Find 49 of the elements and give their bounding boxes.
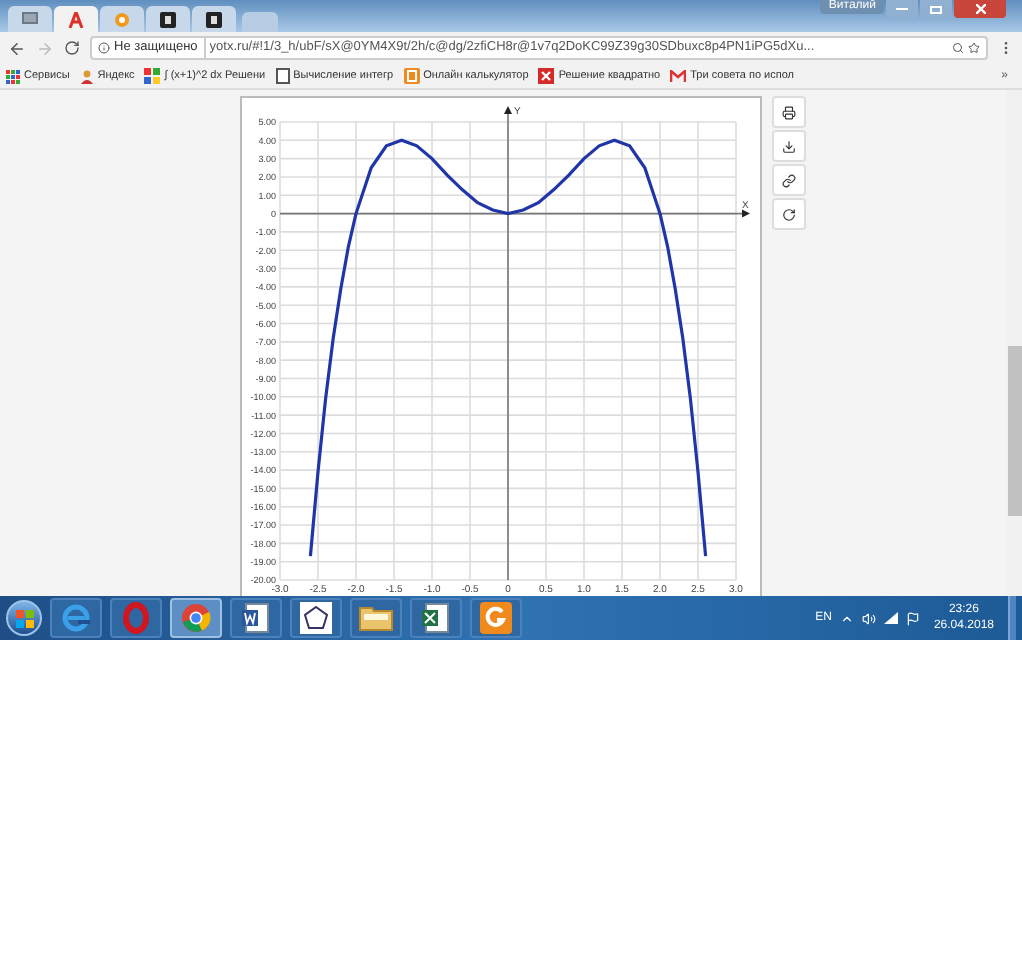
- zoom-icon[interactable]: [952, 42, 964, 54]
- app-logo-icon: [480, 602, 512, 634]
- spreadsheet-icon: [420, 602, 452, 634]
- letter-icon: [68, 11, 84, 27]
- taskbar-app-button[interactable]: [470, 598, 522, 638]
- printer-icon: [782, 105, 796, 119]
- calculator-icon: [403, 68, 420, 84]
- document-icon: [240, 602, 272, 634]
- info-icon: [98, 42, 110, 54]
- pentagon-icon: [300, 602, 332, 634]
- taskbar-app-button[interactable]: [350, 598, 402, 638]
- windows-logo-icon: [15, 609, 33, 627]
- ring-icon: [122, 602, 150, 634]
- download-button[interactable]: [772, 130, 806, 162]
- link-button[interactable]: [772, 164, 806, 196]
- refresh-button[interactable]: [772, 198, 806, 230]
- bookmark-star-icon[interactable]: [968, 42, 980, 54]
- browser-tab[interactable]: [192, 6, 236, 32]
- square-icon: [160, 11, 176, 27]
- scrollbar-thumb[interactable]: [1007, 346, 1021, 516]
- start-button[interactable]: [6, 600, 42, 636]
- tray-expand-icon[interactable]: [839, 611, 854, 625]
- cross-icon: [538, 68, 555, 84]
- taskbar-app-button[interactable]: [230, 598, 282, 638]
- tiles-icon: [144, 68, 161, 84]
- folder-icon: [358, 604, 394, 632]
- close-button[interactable]: [954, 0, 1006, 18]
- close-icon: [975, 4, 985, 14]
- taskbar-app-button[interactable]: [410, 598, 462, 638]
- page-icon: [275, 68, 290, 84]
- link-icon: [782, 173, 796, 187]
- taskbar-app-button[interactable]: [290, 598, 342, 638]
- browser-tab[interactable]: [146, 6, 190, 32]
- person-icon: [79, 69, 94, 83]
- signal-icon[interactable]: [883, 612, 898, 624]
- download-icon: [782, 139, 796, 153]
- monitor-icon: [22, 12, 38, 26]
- sun-icon: [114, 11, 130, 27]
- refresh-icon: [782, 207, 796, 221]
- square-icon: [206, 11, 222, 27]
- flag-icon[interactable]: [905, 611, 920, 625]
- letter-e-icon: [60, 602, 92, 634]
- volume-icon[interactable]: [861, 611, 876, 625]
- mail-icon: [670, 70, 687, 82]
- apps-grid-icon: [6, 69, 20, 83]
- reload-icon[interactable]: [64, 40, 80, 56]
- back-icon[interactable]: [8, 39, 26, 57]
- chrome-icon: [180, 602, 212, 634]
- print-button[interactable]: [772, 96, 806, 128]
